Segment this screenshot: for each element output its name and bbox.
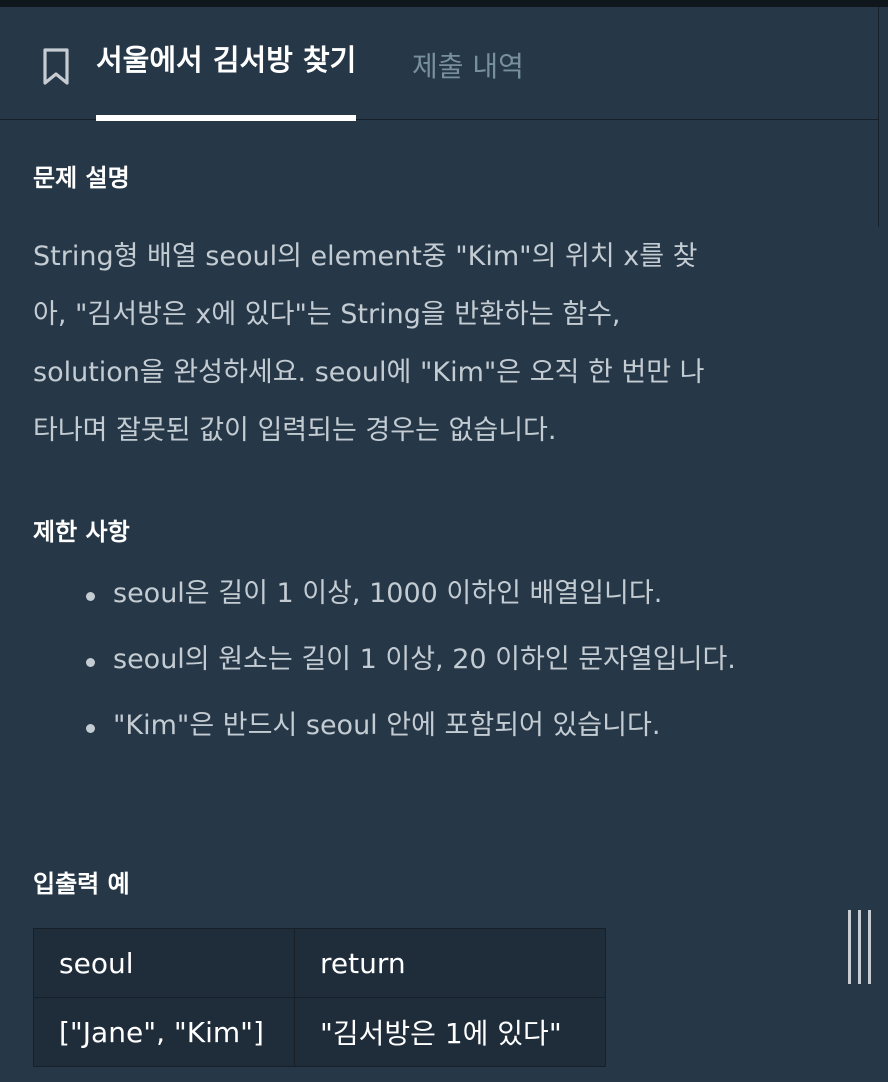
tab-submissions-label: 제출 내역 (412, 50, 524, 83)
table-row: ["Jane", "Kim"] "김서방은 1에 있다" (33, 997, 606, 1067)
tab-problem-label: 서울에서 김서방 찾기 (96, 43, 357, 77)
table-header-seoul: seoul (33, 928, 295, 998)
table-header-return: return (294, 928, 606, 998)
limits-heading: 제한 사항 (33, 518, 130, 546)
table-cell-seoul: ["Jane", "Kim"] (33, 997, 295, 1067)
description-heading: 문제 설명 (33, 164, 130, 192)
active-tab-underline (96, 115, 357, 121)
io-example-table: seoul return ["Jane", "Kim"] "김서방은 1에 있다… (33, 928, 606, 1067)
limit-item: seoul의 원소는 길이 1 이상, 20 이하인 문자열입니다. (86, 632, 803, 688)
table-cell-return: "김서방은 1에 있다" (294, 997, 606, 1067)
tab-submissions[interactable]: 제출 내역 (412, 45, 524, 85)
resize-handle[interactable] (848, 910, 872, 984)
limit-item: "Kim"은 반드시 seoul 안에 포함되어 있습니다. (86, 698, 803, 754)
description-line: 타나며 잘못된 값이 입력되는 경우는 없습니다. (33, 415, 557, 446)
resize-handle-bar (858, 910, 861, 984)
tab-problem[interactable]: 서울에서 김서방 찾기 (96, 37, 357, 121)
description-line: solution을 완성하세요. seoul에 "Kim"은 오직 한 번만 나 (33, 357, 705, 388)
io-heading: 입출력 예 (33, 870, 130, 898)
table-header-row: seoul return (33, 928, 606, 998)
tab-bar: 서울에서 김서방 찾기 제출 내역 (0, 7, 878, 121)
limits-list: seoul은 길이 1 이상, 1000 이하인 배열입니다. seoul의 원… (33, 566, 803, 764)
bookmark-icon[interactable] (41, 47, 71, 87)
description-text: String형 배열 seoul의 element중 "Kim"의 위치 x를 … (33, 228, 803, 460)
panel-divider (878, 7, 879, 227)
description-line: 아, "김서방은 x에 있다"는 String을 반환하는 함수, (33, 299, 621, 330)
limit-item: seoul은 길이 1 이상, 1000 이하인 배열입니다. (86, 566, 803, 622)
resize-handle-bar (848, 910, 851, 984)
description-line: String형 배열 seoul의 element중 "Kim"의 위치 x를 … (33, 241, 698, 272)
resize-handle-bar (868, 910, 871, 984)
window-top-bar (0, 0, 888, 7)
